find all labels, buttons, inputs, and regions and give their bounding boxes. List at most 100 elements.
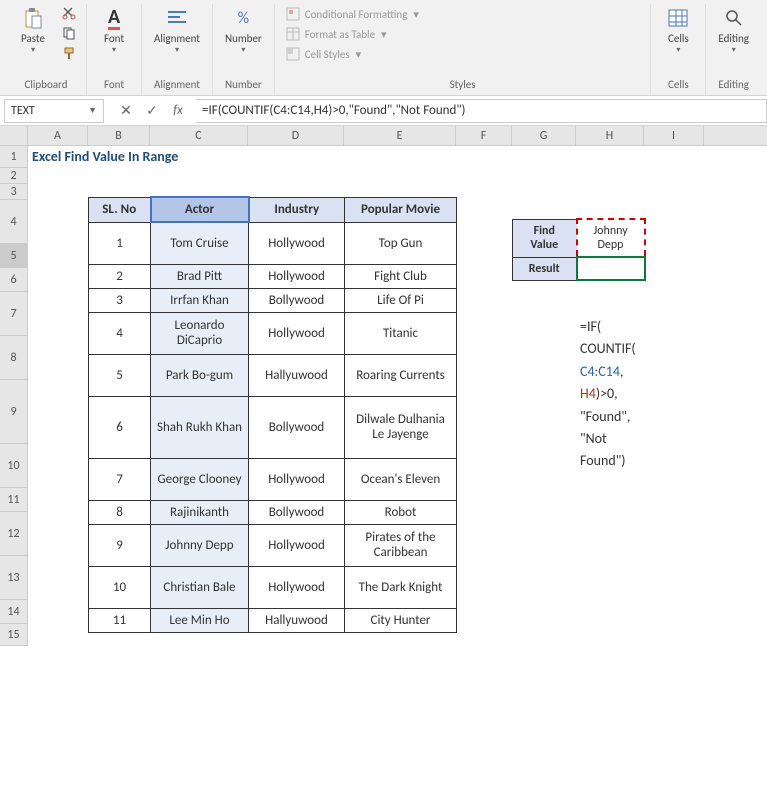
cell-actor[interactable]: Rajinikanth — [151, 500, 249, 524]
alignment-button[interactable]: Alignment ▾ — [148, 4, 206, 57]
cancel-formula-button[interactable]: ✕ — [114, 101, 138, 121]
format-as-table-button[interactable]: Format as Table▾ — [281, 24, 423, 44]
cell-actor[interactable]: Park Bo-gum — [151, 354, 249, 396]
cell-industry[interactable]: Hollywood — [249, 458, 345, 500]
name-box[interactable]: TEXT ▼ — [4, 99, 104, 123]
column-header[interactable]: I — [644, 126, 704, 145]
cell-styles-label: Cell Styles — [305, 48, 350, 61]
cell-actor[interactable]: Shah Rukh Khan — [151, 396, 249, 458]
cell-slno[interactable]: 9 — [89, 524, 151, 566]
editing-button[interactable]: Editing ▾ — [712, 4, 755, 57]
ribbon-group-label: Cells — [657, 75, 699, 95]
row-header[interactable]: 10 — [0, 444, 28, 488]
cell-slno[interactable]: 8 — [89, 500, 151, 524]
cell-industry[interactable]: Hollywood — [249, 264, 345, 288]
result-label: Result — [513, 257, 577, 280]
result-cell[interactable] — [577, 257, 645, 280]
cell-movie[interactable]: Dilwale Dulhania Le Jayenge — [345, 396, 457, 458]
find-value-cell[interactable]: Johnny Depp — [577, 219, 645, 257]
cell-movie[interactable]: Top Gun — [345, 222, 457, 264]
row-header[interactable]: 13 — [0, 556, 28, 600]
row-header[interactable]: 9 — [0, 380, 28, 444]
cell-industry[interactable]: Bollywood — [249, 500, 345, 524]
cells-button[interactable]: Cells ▾ — [657, 4, 699, 57]
column-header[interactable]: E — [344, 126, 456, 145]
cell-industry[interactable]: Hollywood — [249, 222, 345, 264]
cell-industry[interactable]: Hallyuwood — [249, 608, 345, 632]
row-header[interactable]: 1 — [0, 146, 28, 168]
fx-button[interactable]: fx — [166, 101, 190, 121]
annot-line: =IF( — [580, 316, 636, 338]
cell-movie[interactable]: Pirates of the Caribbean — [345, 524, 457, 566]
cell-actor[interactable]: Tom Cruise — [151, 222, 249, 264]
row-header[interactable]: 2 — [0, 168, 28, 184]
column-header[interactable]: D — [248, 126, 344, 145]
row-header[interactable]: 11 — [0, 488, 28, 512]
cells-area[interactable]: Excel Find Value In Range SL. No Actor I… — [28, 146, 767, 806]
dropdown-icon[interactable]: ▼ — [88, 105, 97, 116]
cell-industry[interactable]: Hallyuwood — [249, 354, 345, 396]
row-header[interactable]: 3 — [0, 184, 28, 200]
column-header[interactable]: H — [576, 126, 644, 145]
cell-movie[interactable]: Ocean's Eleven — [345, 458, 457, 500]
annot-line: C4:C14, — [580, 361, 636, 383]
ribbon-group-label: Alignment — [148, 75, 206, 95]
cell-actor[interactable]: Leonardo DiCaprio — [151, 312, 249, 354]
cell-slno[interactable]: 3 — [89, 288, 151, 312]
row-header[interactable]: 6 — [0, 268, 28, 292]
enter-formula-button[interactable]: ✓ — [140, 101, 164, 121]
cell-industry[interactable]: Bollywood — [249, 288, 345, 312]
cell-actor[interactable]: Johnny Depp — [151, 524, 249, 566]
cell-movie[interactable]: Roaring Currents — [345, 354, 457, 396]
cell-movie[interactable]: Fight Club — [345, 264, 457, 288]
column-header[interactable]: A — [28, 126, 88, 145]
cell-actor[interactable]: Christian Bale — [151, 566, 249, 608]
cell-slno[interactable]: 11 — [89, 608, 151, 632]
select-all-corner[interactable] — [0, 126, 28, 145]
cell-movie[interactable]: City Hunter — [345, 608, 457, 632]
cut-button[interactable] — [58, 4, 80, 22]
cell-slno[interactable]: 1 — [89, 222, 151, 264]
cell-actor[interactable]: Brad Pitt — [151, 264, 249, 288]
cell-actor[interactable]: Irrfan Khan — [151, 288, 249, 312]
row-header[interactable]: 12 — [0, 512, 28, 556]
column-header[interactable]: C — [150, 126, 248, 145]
cell-movie[interactable]: Life Of Pi — [345, 288, 457, 312]
row-header[interactable]: 14 — [0, 600, 28, 624]
cell-movie[interactable]: The Dark Knight — [345, 566, 457, 608]
cell-styles-button[interactable]: Cell Styles▾ — [281, 44, 423, 64]
column-header[interactable]: B — [88, 126, 150, 145]
cell-slno[interactable]: 6 — [89, 396, 151, 458]
number-button[interactable]: % Number ▾ — [219, 4, 268, 57]
format-painter-button[interactable] — [58, 44, 80, 62]
cell-actor[interactable]: Lee Min Ho — [151, 608, 249, 632]
column-header[interactable]: F — [456, 126, 512, 145]
cell-slno[interactable]: 7 — [89, 458, 151, 500]
th-slno: SL. No — [89, 197, 151, 222]
cell-movie[interactable]: Titanic — [345, 312, 457, 354]
cell-industry[interactable]: Bollywood — [249, 396, 345, 458]
row-header[interactable]: 8 — [0, 336, 28, 380]
paste-button[interactable]: Paste ▾ — [12, 4, 54, 57]
row-header[interactable]: 5 — [0, 244, 28, 268]
caret-icon: ▾ — [31, 45, 35, 55]
cell-industry[interactable]: Hollywood — [249, 312, 345, 354]
column-header[interactable]: G — [512, 126, 576, 145]
row-header[interactable]: 15 — [0, 624, 28, 646]
table-row: 11Lee Min HoHallyuwoodCity Hunter — [89, 608, 457, 632]
copy-button[interactable] — [58, 24, 80, 42]
font-button[interactable]: A Font ▾ — [93, 4, 135, 57]
cell-industry[interactable]: Hollywood — [249, 566, 345, 608]
conditional-formatting-button[interactable]: Conditional Formatting▾ — [281, 4, 423, 24]
row-header[interactable]: 4 — [0, 200, 28, 244]
cell-slno[interactable]: 10 — [89, 566, 151, 608]
formula-input[interactable]: =IF(COUNTIF(C4:C14,H4)>0,"Found","Not Fo… — [196, 99, 767, 123]
row-header[interactable]: 7 — [0, 292, 28, 336]
cell-slno[interactable]: 5 — [89, 354, 151, 396]
cell-actor[interactable]: George Clooney — [151, 458, 249, 500]
annot-line: COUNTIF( — [580, 338, 636, 360]
cell-industry[interactable]: Hollywood — [249, 524, 345, 566]
cell-slno[interactable]: 4 — [89, 312, 151, 354]
cell-movie[interactable]: Robot — [345, 500, 457, 524]
cell-slno[interactable]: 2 — [89, 264, 151, 288]
